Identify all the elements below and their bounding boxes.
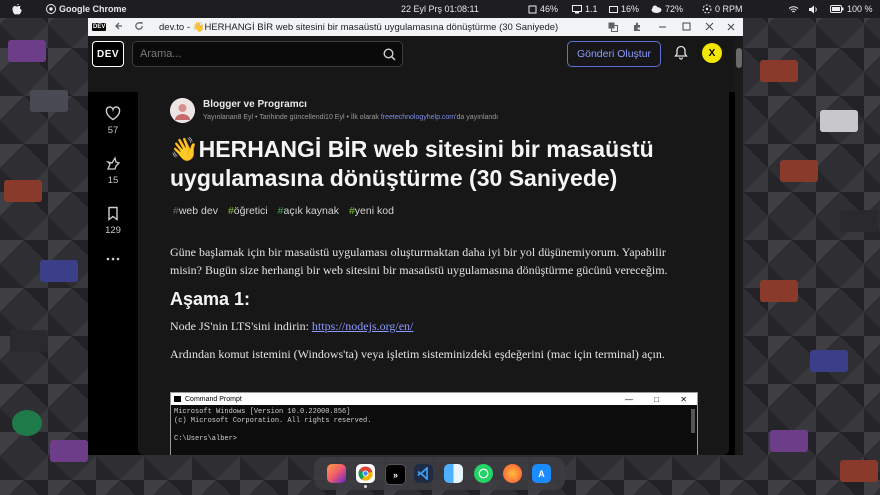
maximize-icon [682,22,691,33]
memory-icon [609,5,618,14]
display-stat[interactable]: 1.1 [572,0,598,18]
reload-button[interactable] [134,18,144,36]
whatsapp-icon[interactable] [474,464,493,483]
cmd-minimize-icon: — [625,394,633,404]
memory-stat[interactable]: 16% [609,0,639,18]
apple-icon[interactable] [12,0,22,18]
tag-acik-kaynak[interactable]: #açık kaynak [278,205,339,217]
author-name[interactable]: Blogger ve Programcı [203,99,307,110]
chrome-running-dot [364,485,367,488]
intro-paragraph: Güne başlamak için bir masaüstü uygulama… [170,245,668,277]
tag-list: #web dev #öğretici #açık kaynak #yeni ko… [173,205,394,217]
reload-icon [134,21,144,33]
cmd-screenshot: Command Prompt — □ ✕ Microsoft Windows [… [170,392,698,455]
translate-icon[interactable] [608,18,618,36]
step2-paragraph: Ardından komut istemini (Windows'ta) vey… [170,347,665,361]
author-avatar[interactable] [170,98,195,123]
heart-icon [96,106,130,121]
source-link[interactable]: freetechnologyhelp.com [381,114,455,121]
search-placeholder: Arama... [140,48,182,60]
dock: » A [314,457,565,490]
cmd-title: Command Prompt [185,395,242,403]
clock[interactable]: 22 Eyl Prş 01:08:11 [401,0,479,18]
bookmark-reaction[interactable]: 129 [96,206,130,236]
user-avatar[interactable]: X [702,43,722,63]
tag-webdev[interactable]: #web dev [173,205,218,217]
step-heading: Aşama 1: [170,289,251,309]
more-dots-icon [96,256,130,262]
post-meta: Yayınlanan8 Eyl • Tarihinde güncellendi1… [203,114,499,121]
unicorn-icon [96,156,130,171]
finder-icon[interactable] [444,464,463,483]
active-app-name: Google Chrome [59,4,127,14]
cmd-scrollbar [691,409,695,433]
browser-toolbar: DEV dev.to - 👋HERHANGİ BİR web sitesini … [88,18,743,36]
battery-icon [830,5,844,13]
bookmark-count: 129 [105,225,121,236]
tag-ogretici[interactable]: #öğretici [228,205,268,217]
chrome-menu-icon [46,4,56,14]
heart-count: 57 [107,125,119,136]
browser-window: DEV dev.to - 👋HERHANGİ BİR web sitesini … [88,18,743,455]
unicorn-count: 15 [107,175,119,186]
article-title: 👋HERHANGİ BİR web sitesini bir masaüstü … [170,136,654,191]
cmd-icon [174,396,181,402]
notifications-bell-icon[interactable] [674,45,688,65]
active-app[interactable]: Google Chrome [46,0,127,18]
fan-icon [702,4,712,14]
cmd-output: Microsoft Windows [Version 10.0.22000.85… [174,408,372,443]
tag-yeni-kod[interactable]: #yeni kod [349,205,394,217]
unicorn-reaction[interactable]: 15 [96,156,130,186]
nodejs-link[interactable]: https://nodejs.org/en/ [312,319,413,333]
weather-stat[interactable]: 72% [651,0,683,18]
cloud-icon [651,5,662,13]
dev-logo[interactable]: DEV [92,41,124,67]
launchpad-icon[interactable] [327,464,346,483]
close-icon [705,22,714,33]
wifi-icon[interactable] [788,0,799,18]
step1-paragraph: Node JS'nin LTS'sini indirin: https://no… [170,319,414,333]
site-favicon: DEV [92,23,107,31]
firefox-icon[interactable] [503,464,522,483]
cmd-close-icon: ✕ [680,394,687,404]
search-icon[interactable] [383,48,396,64]
search-input[interactable]: Arama... [132,41,403,67]
volume-icon[interactable] [808,0,819,18]
minimize-button[interactable] [658,18,667,36]
page-scrollbar[interactable] [735,36,743,455]
dev-app-icon[interactable]: » [385,464,406,485]
battery-stat[interactable]: 100 % [830,0,873,18]
monitor-icon [572,4,582,14]
minimize-icon [658,22,667,33]
article-card: Blogger ve Programcı Yayınlanan8 Eyl • T… [138,77,729,455]
address-bar[interactable]: dev.to - 👋HERHANGİ BİR web sitesini bir … [159,18,559,36]
chrome-icon[interactable] [356,464,375,483]
extensions-icon[interactable] [632,18,642,36]
maximize-button[interactable] [682,18,691,36]
cpu-stat[interactable]: 46% [528,0,558,18]
close-button[interactable] [705,18,714,36]
arrow-left-icon [114,21,124,33]
cmd-maximize-icon: □ [654,394,659,404]
menu-bar: Google Chrome 22 Eyl Prş 01:08:11 46% 1.… [0,0,880,18]
create-post-button[interactable]: Gönderi Oluştur [567,41,661,67]
heart-reaction[interactable]: 57 [96,106,130,136]
cpu-icon [528,5,537,14]
scrollbar-thumb[interactable] [736,48,742,68]
more-options-button[interactable] [96,256,130,266]
cmd-titlebar: Command Prompt — □ ✕ [171,393,697,405]
vscode-icon[interactable] [414,464,433,483]
back-button[interactable] [114,18,124,36]
window-corner-control[interactable] [727,18,735,36]
fan-stat[interactable]: 0 RPM [702,0,743,18]
bookmark-icon [96,206,130,221]
app-store-icon[interactable]: A [532,464,551,483]
